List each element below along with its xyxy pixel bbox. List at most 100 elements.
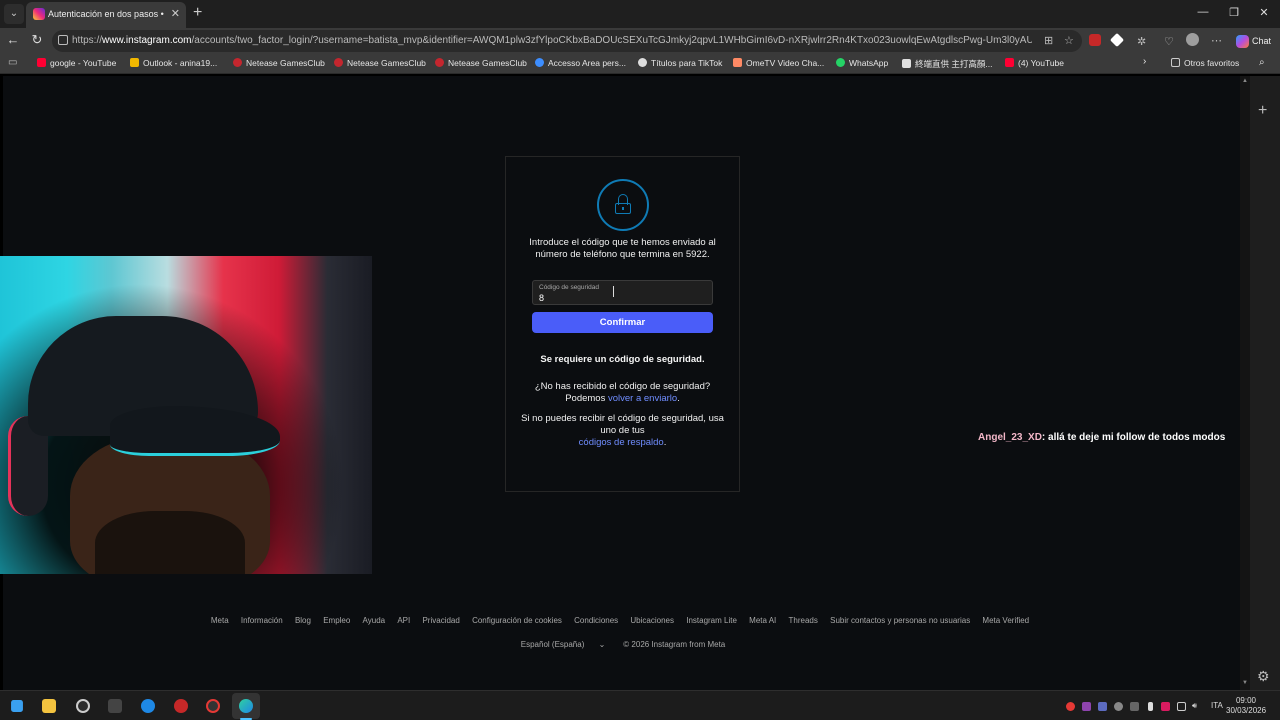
footer-link[interactable]: Empleo: [323, 616, 350, 625]
footer-link[interactable]: Ayuda: [363, 616, 386, 625]
search-icon[interactable]: ⌕: [1259, 57, 1265, 68]
app-icon[interactable]: [174, 699, 188, 713]
file-explorer-icon[interactable]: [42, 699, 56, 713]
bookmark-item[interactable]: Netease GamesClub: [435, 58, 527, 68]
extensions-puzzle-icon[interactable]: ✲: [1137, 35, 1146, 48]
reload-button[interactable]: ↻: [28, 32, 46, 48]
backup-codes-link[interactable]: códigos de respaldo: [579, 437, 664, 448]
parking-icon: [535, 58, 544, 67]
footer-link[interactable]: Configuración de cookies: [472, 616, 562, 625]
chat-text: : allá te deje mi follow de todos modos: [1041, 432, 1226, 443]
tray-icon[interactable]: [1082, 702, 1091, 711]
backup-codes-text: Si no puedes recibir el código de seguri…: [521, 413, 724, 448]
bookmark-item[interactable]: google - YouTube: [37, 58, 116, 68]
beard: [95, 511, 245, 574]
netease-icon: [233, 58, 242, 67]
app-icon[interactable]: [206, 699, 220, 713]
stream-chat-message: Angel_23_XD: allá te deje mi follow de t…: [978, 432, 1225, 443]
url-field[interactable]: https://www.instagram.com/accounts/two_f…: [52, 30, 1082, 52]
page-icon: [902, 59, 911, 68]
bookmark-item[interactable]: OmeTV Video Cha...: [733, 58, 824, 68]
favorite-star-icon[interactable]: ☆: [1064, 34, 1074, 47]
bookmark-item[interactable]: Títulos para TikTok: [638, 58, 722, 68]
more-menu-icon[interactable]: ⋯: [1211, 34, 1222, 47]
footer-link[interactable]: Privacidad: [422, 616, 459, 625]
resend-link[interactable]: volver a enviarlo: [608, 393, 677, 404]
instagram-favicon-icon: [33, 8, 45, 20]
bookmark-item[interactable]: Netease GamesClub: [334, 58, 426, 68]
security-code-label: Código de seguridad: [539, 284, 599, 291]
copilot-icon: [1236, 35, 1249, 49]
scroll-down-icon[interactable]: ▼: [1242, 680, 1248, 686]
copyright-text: © 2026 Instagram from Meta: [623, 640, 726, 649]
bookmark-item[interactable]: Accesso Area pers...: [535, 58, 626, 68]
security-code-value: 8: [539, 293, 545, 303]
windows-logo-icon: [130, 58, 139, 67]
footer-link[interactable]: Meta: [211, 616, 229, 625]
new-tab-button[interactable]: +: [193, 4, 202, 22]
minimize-button[interactable]: —: [1193, 6, 1213, 18]
youtube-icon: [1005, 58, 1014, 67]
security-code-input[interactable]: Código de seguridad 8: [532, 280, 713, 305]
restore-button[interactable]: ❐: [1224, 6, 1244, 19]
footer-link[interactable]: Threads: [789, 616, 818, 625]
volume-icon[interactable]: 🔊︎: [1192, 701, 1197, 711]
tray-icon[interactable]: [1114, 702, 1123, 711]
footer-link[interactable]: Meta Verified: [982, 616, 1029, 625]
footer-link[interactable]: Subir contactos y personas no usuarias: [830, 616, 970, 625]
close-window-button[interactable]: ✕: [1254, 6, 1274, 19]
extension-icon[interactable]: [1089, 34, 1101, 46]
obs-icon[interactable]: [76, 699, 90, 713]
browser-essentials-icon[interactable]: ♡: [1164, 35, 1174, 48]
tray-icon[interactable]: [1098, 702, 1107, 711]
page-scrollbar[interactable]: ▲ ▼: [1240, 76, 1250, 690]
bookmark-item[interactable]: 終端直供 主打高顏...: [902, 58, 992, 70]
bookmark-item[interactable]: Netease GamesClub: [233, 58, 325, 68]
bookmark-item[interactable]: Outlook - anina19...: [130, 58, 217, 68]
tab-close-icon[interactable]: ✕: [171, 7, 180, 20]
footer-link[interactable]: Blog: [295, 616, 311, 625]
microphone-icon[interactable]: [1148, 702, 1153, 711]
input-language[interactable]: ITA: [1211, 701, 1223, 710]
tab-bar: ⌄ Autenticación en dos pasos • Instagram…: [0, 0, 1280, 28]
back-button[interactable]: ←: [4, 32, 22, 47]
footer-link[interactable]: API: [397, 616, 410, 625]
footer-link[interactable]: Ubicaciones: [630, 616, 674, 625]
internet-explorer-icon[interactable]: [141, 699, 155, 713]
add-sidebar-app-icon[interactable]: +: [1258, 102, 1267, 120]
globe-icon: [638, 58, 647, 67]
bookmark-item[interactable]: WhatsApp: [836, 58, 888, 68]
collections-icon[interactable]: ▭: [8, 57, 17, 68]
windows-start-icon[interactable]: [11, 700, 23, 712]
lock-icon: [58, 35, 68, 45]
record-tray-icon[interactable]: [1066, 702, 1075, 711]
confirm-button[interactable]: Confirmar: [532, 312, 713, 333]
footer-links: Meta Información Blog Empleo Ayuda API P…: [0, 616, 1240, 625]
tray-icon[interactable]: [1161, 702, 1170, 711]
footer-bottom: Español (España) ⌄ © 2026 Instagram from …: [0, 640, 1240, 649]
text-cursor-icon: [613, 286, 614, 297]
network-icon[interactable]: [1177, 702, 1186, 711]
other-favorites-folder[interactable]: Otros favoritos: [1171, 58, 1239, 68]
two-factor-card: Introduce el código que te hemos enviado…: [505, 156, 740, 492]
instruction-text: Introduce el código que te hemos enviado…: [529, 237, 716, 260]
edge-browser-icon[interactable]: [239, 699, 253, 713]
split-screen-icon[interactable]: ⊞: [1044, 34, 1053, 47]
profile-avatar-icon[interactable]: [1186, 33, 1199, 46]
clock[interactable]: 09:00 30/03/2026: [1226, 696, 1266, 716]
copilot-chat-button[interactable]: Chat: [1232, 31, 1275, 51]
footer-link[interactable]: Información: [241, 616, 283, 625]
language-select[interactable]: Español (España) ⌄: [515, 640, 612, 649]
scroll-up-icon[interactable]: ▲: [1242, 78, 1248, 84]
footer-link[interactable]: Condiciones: [574, 616, 618, 625]
tray-icon[interactable]: [1130, 702, 1139, 711]
extension-diamond-icon[interactable]: [1109, 32, 1125, 48]
tab-list-menu-button[interactable]: ⌄: [4, 4, 24, 24]
tab-instagram[interactable]: Autenticación en dos pasos • Instagram ✕: [26, 2, 186, 28]
bookmark-item[interactable]: (4) YouTube: [1005, 58, 1064, 68]
footer-link[interactable]: Instagram Lite: [686, 616, 737, 625]
settings-gear-icon[interactable]: ⚙: [1257, 668, 1270, 685]
app-icon[interactable]: [108, 699, 122, 713]
bookmarks-overflow-chevron-icon[interactable]: ›: [1143, 56, 1146, 67]
footer-link[interactable]: Meta AI: [749, 616, 776, 625]
